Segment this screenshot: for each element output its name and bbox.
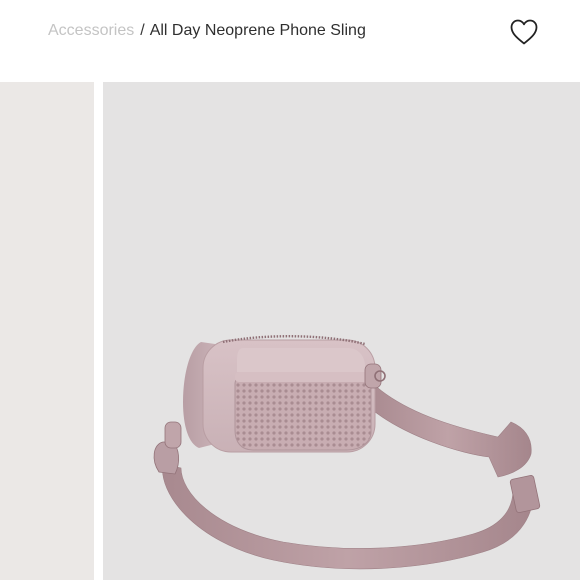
- page-header: Accessories / All Day Neoprene Phone Sling: [0, 0, 580, 82]
- breadcrumb-link-accessories[interactable]: Accessories: [48, 22, 134, 39]
- product-gallery: [0, 82, 580, 580]
- phone-sling-bag-image: [153, 335, 541, 570]
- breadcrumb-current-product: All Day Neoprene Phone Sling: [149, 22, 366, 39]
- product-main-image[interactable]: [103, 82, 580, 580]
- product-page: Accessories / All Day Neoprene Phone Sling: [0, 0, 580, 580]
- breadcrumb: Accessories / All Day Neoprene Phone Sling: [48, 21, 366, 41]
- wishlist-button[interactable]: [507, 16, 541, 48]
- heart-outline-icon: [510, 19, 538, 45]
- breadcrumb-separator: /: [140, 22, 145, 39]
- gallery-thumbnail-previous[interactable]: [0, 82, 94, 580]
